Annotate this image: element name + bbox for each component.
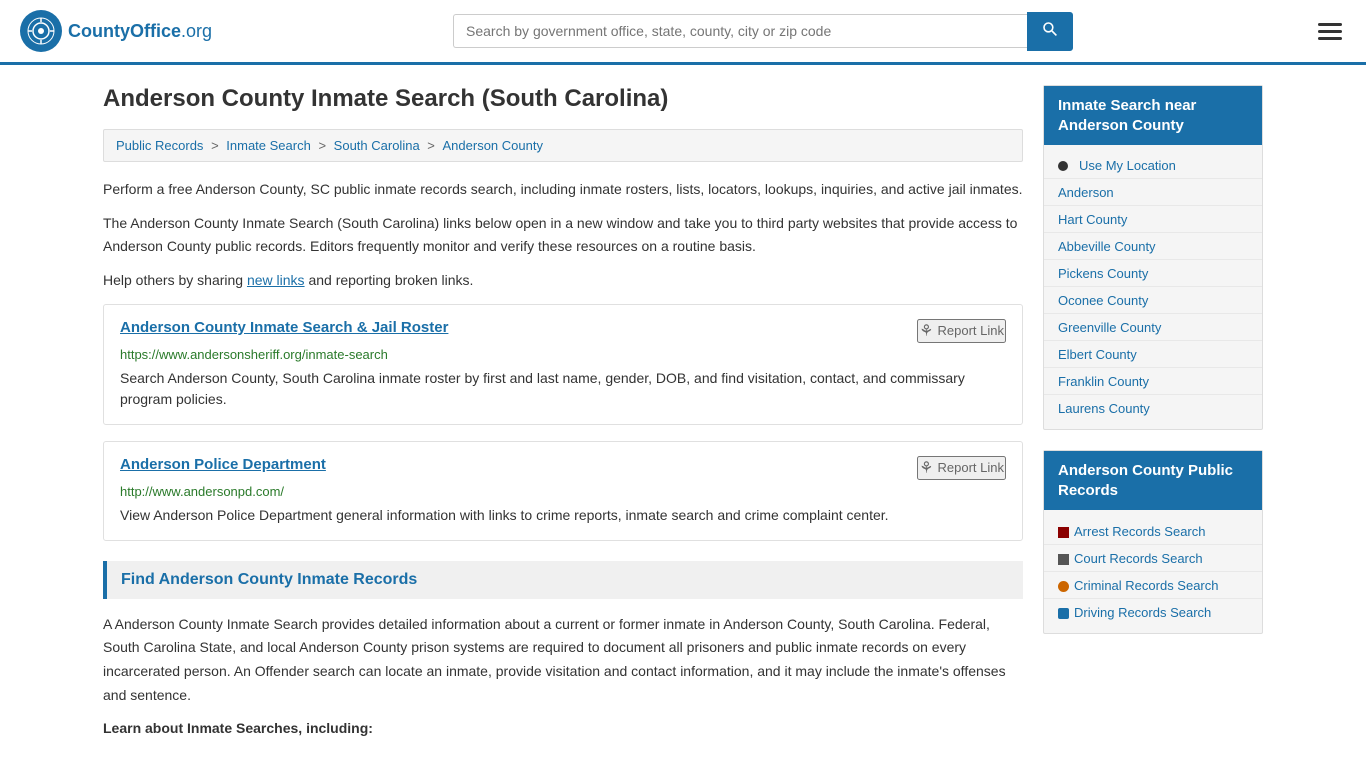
public-records-title: Anderson County Public Records — [1044, 451, 1262, 510]
nearby-box: Inmate Search near Anderson County Use M… — [1043, 85, 1263, 430]
nearby-list-item: Anderson — [1044, 179, 1262, 206]
nearby-link-1[interactable]: Anderson — [1058, 185, 1114, 200]
building-icon — [1058, 554, 1069, 565]
resource-desc-0: Search Anderson County, South Carolina i… — [120, 368, 1006, 410]
new-links-link[interactable]: new links — [247, 272, 305, 288]
exclaim-icon — [1058, 581, 1069, 592]
nearby-link-0[interactable]: Use My Location — [1058, 158, 1248, 173]
car-icon — [1058, 608, 1069, 619]
report-icon-0: ⚘ — [919, 321, 933, 341]
nearby-link-5[interactable]: Oconee County — [1058, 293, 1148, 308]
nearby-list-item: Greenville County — [1044, 314, 1262, 341]
section-body: A Anderson County Inmate Search provides… — [103, 613, 1023, 708]
nearby-link-3[interactable]: Abbeville County — [1058, 239, 1156, 254]
content-area: Anderson County Inmate Search (South Car… — [103, 85, 1023, 736]
resource-title-0[interactable]: Anderson County Inmate Search & Jail Ros… — [120, 319, 448, 336]
breadcrumb-south-carolina[interactable]: South Carolina — [334, 138, 420, 153]
logo-text: CountyOffice.org — [68, 21, 212, 42]
breadcrumb: Public Records > Inmate Search > South C… — [103, 129, 1023, 162]
nearby-link-8[interactable]: Franklin County — [1058, 374, 1149, 389]
search-bar — [453, 12, 1073, 51]
resource-desc-1: View Anderson Police Department general … — [120, 505, 1006, 526]
nearby-list-item: Use My Location — [1044, 153, 1262, 179]
public-records-list-item: Driving Records Search — [1044, 599, 1262, 625]
menu-line — [1318, 37, 1342, 40]
breadcrumb-public-records[interactable]: Public Records — [116, 138, 203, 153]
section-subheading: Learn about Inmate Searches, including: — [103, 720, 1023, 736]
resource-card: Anderson Police Department ⚘ Report Link… — [103, 441, 1023, 541]
report-link-button-0[interactable]: ⚘ Report Link — [917, 319, 1006, 343]
nearby-list-item: Franklin County — [1044, 368, 1262, 395]
public-records-link-0[interactable]: Arrest Records Search — [1058, 524, 1206, 539]
section-heading: Find Anderson County Inmate Records — [103, 561, 1023, 599]
public-records-box: Anderson County Public Records Arrest Re… — [1043, 450, 1263, 634]
resource-card: Anderson County Inmate Search & Jail Ros… — [103, 304, 1023, 425]
nearby-list-item: Abbeville County — [1044, 233, 1262, 260]
intro-paragraph-3: Help others by sharing new links and rep… — [103, 269, 1023, 291]
public-records-list: Arrest Records Search Court Records Searc… — [1044, 510, 1262, 633]
page-title: Anderson County Inmate Search (South Car… — [103, 85, 1023, 113]
nearby-list: Use My Location Anderson Hart County Abbev… — [1044, 145, 1262, 429]
resource-url-1: http://www.andersonpd.com/ — [120, 484, 1006, 499]
search-input[interactable] — [453, 14, 1027, 48]
logo-icon — [20, 10, 62, 52]
menu-line — [1318, 30, 1342, 33]
breadcrumb-inmate-search[interactable]: Inmate Search — [226, 138, 311, 153]
nearby-list-item: Hart County — [1044, 206, 1262, 233]
nearby-list-item: Oconee County — [1044, 287, 1262, 314]
nearby-link-9[interactable]: Laurens County — [1058, 401, 1150, 416]
logo[interactable]: CountyOffice.org — [20, 10, 212, 52]
square-icon — [1058, 527, 1069, 538]
intro-paragraph-1: Perform a free Anderson County, SC publi… — [103, 178, 1023, 200]
location-dot-icon — [1058, 161, 1068, 171]
nearby-link-7[interactable]: Elbert County — [1058, 347, 1137, 362]
nearby-link-2[interactable]: Hart County — [1058, 212, 1127, 227]
intro-paragraph-2: The Anderson County Inmate Search (South… — [103, 212, 1023, 257]
public-records-list-item: Criminal Records Search — [1044, 572, 1262, 599]
nearby-link-4[interactable]: Pickens County — [1058, 266, 1148, 281]
nearby-title: Inmate Search near Anderson County — [1044, 86, 1262, 145]
search-button[interactable] — [1027, 12, 1073, 51]
breadcrumb-anderson-county[interactable]: Anderson County — [443, 138, 543, 153]
report-link-label-1: Report Link — [938, 460, 1004, 475]
public-records-link-3[interactable]: Driving Records Search — [1058, 605, 1211, 620]
public-records-list-item: Arrest Records Search — [1044, 518, 1262, 545]
report-link-button-1[interactable]: ⚘ Report Link — [917, 456, 1006, 480]
resource-list: Anderson County Inmate Search & Jail Ros… — [103, 304, 1023, 541]
report-link-label-0: Report Link — [938, 323, 1004, 338]
nearby-list-item: Elbert County — [1044, 341, 1262, 368]
menu-line — [1318, 23, 1342, 26]
nearby-list-item: Pickens County — [1044, 260, 1262, 287]
resource-title-1[interactable]: Anderson Police Department — [120, 456, 326, 473]
sidebar: Inmate Search near Anderson County Use M… — [1043, 85, 1263, 736]
public-records-list-item: Court Records Search — [1044, 545, 1262, 572]
public-records-link-1[interactable]: Court Records Search — [1058, 551, 1203, 566]
menu-button[interactable] — [1314, 19, 1346, 44]
resource-url-0: https://www.andersonsheriff.org/inmate-s… — [120, 347, 1006, 362]
report-icon-1: ⚘ — [919, 458, 933, 478]
nearby-list-item: Laurens County — [1044, 395, 1262, 421]
public-records-link-2[interactable]: Criminal Records Search — [1058, 578, 1219, 593]
nearby-link-6[interactable]: Greenville County — [1058, 320, 1161, 335]
